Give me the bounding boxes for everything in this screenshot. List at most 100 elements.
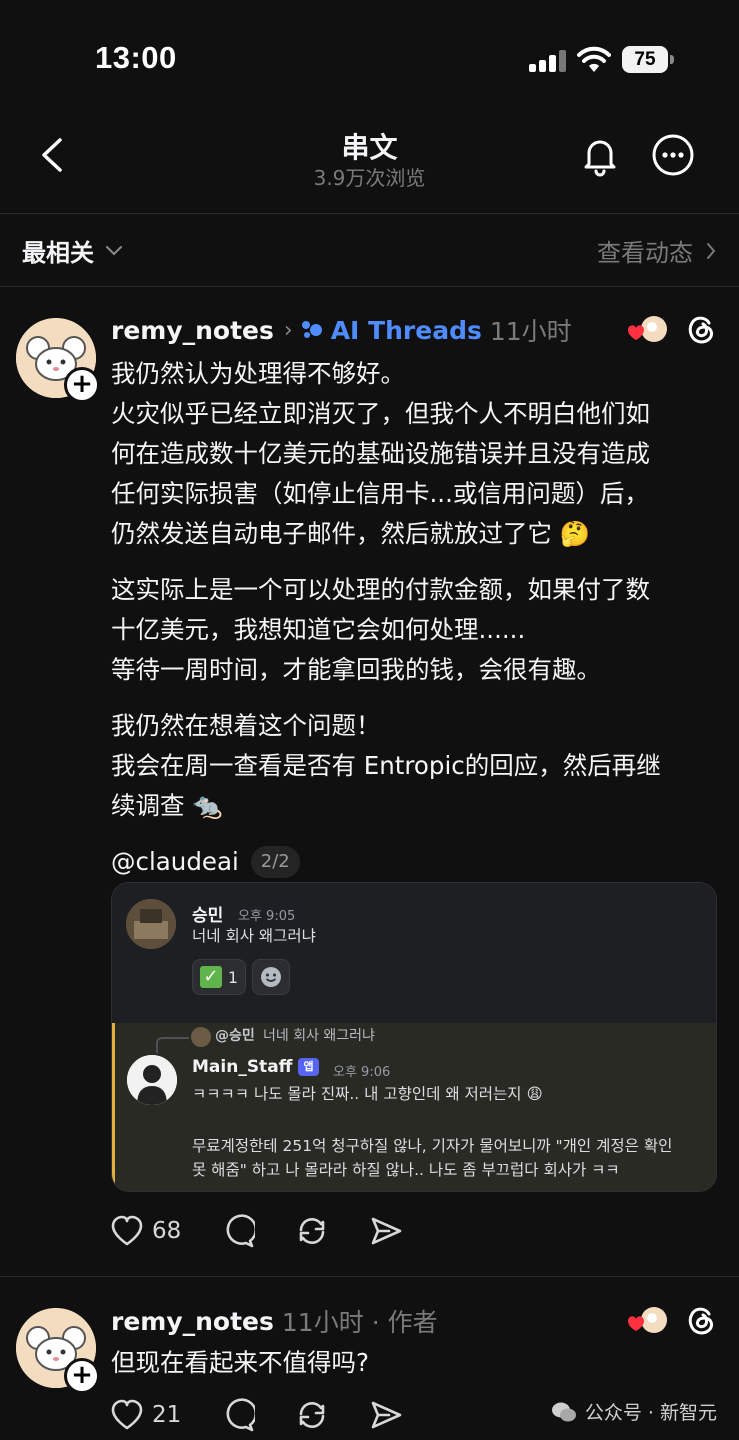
topic-label: AI Threads (330, 315, 482, 345)
app-badge: 앱 (298, 1058, 319, 1076)
chat-message-reply: @승민 너네 회사 왜그러냐 Main_Staff 앱 오후 9:06 ㅋㅋㅋㅋ … (112, 1023, 716, 1191)
divider (0, 1276, 739, 1277)
message-author: Main_Staff 앱 (192, 1057, 319, 1077)
embedded-screenshot[interactable]: 승민 오후 9:05 너네 회사 왜그러냐 ✓ 1 @승민 너네 회사 왜그러냐… (111, 882, 717, 1192)
timestamp: 11小时 (489, 317, 572, 346)
comment-icon (226, 1398, 256, 1432)
post-header: remy_notes › AI Threads 11小时 (111, 312, 572, 348)
battery-level: 75 (622, 46, 668, 73)
text-line: 仍然发送自动电子邮件，然后就放过了它 🤔 (111, 519, 591, 548)
wifi-icon (577, 46, 611, 72)
avatar (127, 1055, 177, 1105)
reply-reference-author: @승민 (215, 1028, 255, 1044)
follow-button[interactable]: + (64, 1358, 100, 1394)
message-text: 무료계정한테 251억 청구하질 않나, 기자가 물어보니까 "개인 계정은 확… (192, 1137, 673, 1155)
like-count: 68 (152, 1218, 182, 1244)
reply-button[interactable] (221, 1214, 256, 1248)
message-text: 너네 회사 왜그러냐 (192, 927, 316, 945)
timestamp: 11小时 (281, 1308, 364, 1337)
author-name: Main_Staff (192, 1057, 293, 1077)
avatar (191, 1027, 211, 1047)
chat-message: 승민 오후 9:05 너네 회사 왜그러냐 ✓ 1 (112, 883, 716, 1023)
repost-button[interactable] (295, 1398, 329, 1432)
reaction-check: ✓ 1 (192, 959, 246, 995)
status-bar: 13:00 75 (0, 0, 739, 110)
text-line: 何在造成数十亿美元的基础设施错误并且没有造成 (111, 439, 650, 468)
follow-button[interactable]: + (64, 367, 100, 403)
username[interactable]: remy_notes (111, 316, 274, 345)
more-options-icon[interactable] (650, 132, 696, 178)
text-line: 任何实际损害（如停止信用卡...或信用问题）后， (111, 479, 649, 508)
text-line: 火灾似乎已经立即消灭了，但我个人不明白他们如 (111, 399, 650, 428)
text-line: 等待一周时间，才能拿回我的钱，会很有趣。 (111, 655, 601, 684)
reaction-count: 1 (227, 967, 239, 987)
reply-button[interactable] (221, 1398, 256, 1432)
like-button[interactable]: 21 (110, 1399, 181, 1431)
avatar (126, 899, 176, 949)
share-button[interactable] (369, 1398, 403, 1432)
post-paragraph: 我仍然认为处理得不够好。 火灾似乎已经立即消灭了，但我个人不明白他们如 何在造成… (111, 354, 721, 554)
chevron-down-icon (106, 245, 122, 255)
author-tag: · 作者 (371, 1308, 438, 1337)
view-activity-link[interactable]: 查看动态 (597, 233, 717, 268)
heart-icon (111, 1399, 143, 1430)
sort-label: 最相关 (22, 239, 94, 267)
threads-logo-icon[interactable] (684, 312, 718, 346)
wechat-icon (551, 1402, 576, 1421)
post-header: remy_notes 11小时 · 作者 (111, 1303, 438, 1339)
emoji-icon (261, 967, 281, 987)
status-time: 13:00 (95, 40, 177, 75)
text-line: 十亿美元，我想知道它会如何处理...... (111, 615, 526, 644)
like-count: 21 (152, 1402, 182, 1428)
page-indicator: 2/2 (250, 846, 300, 878)
sort-bar: 最相关 查看动态 (0, 215, 739, 287)
repost-icon (299, 1402, 325, 1428)
post-body: 我仍然认为处理得不够好。 火灾似乎已经立即消灭了，但我个人不明白他们如 何在造成… (111, 354, 721, 882)
threads-logo-icon[interactable] (684, 1303, 718, 1337)
chevron-right-icon: › (283, 317, 293, 343)
text-line: 我仍然在想着这个问题！ (111, 711, 381, 740)
text-line: 我会在周一查看是否有 Entropic的回应，然后再继 (111, 751, 661, 780)
share-button[interactable] (369, 1214, 403, 1248)
sort-dropdown[interactable]: 最相关 (22, 233, 124, 268)
message-time: 오후 9:06 (333, 1065, 391, 1080)
reply-reference-text: 너네 회사 왜그러냐 (263, 1028, 375, 1044)
post-actions: 21 (110, 1398, 443, 1432)
repost-button[interactable] (295, 1214, 329, 1248)
username[interactable]: remy_notes (111, 1307, 274, 1336)
topic-link[interactable]: AI Threads (301, 316, 482, 345)
text-line: 这实际上是一个可以处理的付款金额，如果付了数 (111, 575, 650, 604)
post-body: 但现在看起来不值得吗? (111, 1343, 721, 1383)
text-line: 续调查 🐀 (111, 791, 223, 820)
comment-icon (226, 1214, 256, 1248)
post-paragraph: 这实际上是一个可以处理的付款金额，如果付了数 十亿美元，我想知道它会如何处理..… (111, 570, 721, 690)
watermark: 公众号 · 新智元 (551, 1398, 717, 1425)
topic-icon (301, 321, 322, 338)
chevron-right-icon (707, 242, 716, 259)
reply-line-icon (156, 1037, 189, 1053)
send-icon (371, 1217, 402, 1245)
heart-icon (111, 1215, 143, 1246)
checkmark-icon: ✓ (199, 966, 222, 988)
thread-header: 串文 3.9万次浏览 (0, 110, 739, 214)
battery-icon: 75 (622, 46, 674, 73)
mention-link[interactable]: @claudeai (111, 842, 239, 882)
repost-icon (299, 1218, 325, 1244)
liked-by-avatars-icon (628, 316, 667, 342)
mention-row: @claudeai 2/2 (111, 842, 721, 882)
liked-by-avatars-icon (628, 1307, 667, 1333)
signal-icon (529, 50, 567, 72)
page-title: 串文 (341, 131, 398, 164)
post-paragraph: 我仍然在想着这个问题！ 我会在周一查看是否有 Entropic的回应，然后再继 … (111, 706, 721, 826)
view-activity-label: 查看动态 (597, 239, 693, 267)
text-line: 我仍然认为处理得不够好。 (111, 359, 405, 388)
like-button[interactable]: 68 (110, 1215, 181, 1247)
message-text: 못 해줌" 하고 나 몰라라 하질 않나.. 나도 좀 부끄럽다 회사가 ㅋㅋ (192, 1161, 620, 1179)
view-count: 3.9万次浏览 (313, 166, 426, 190)
message-text: ㅋㅋㅋㅋ 나도 몰라 진짜.. 내 고향인데 왜 저러는지 😩 (192, 1085, 543, 1103)
add-reaction (252, 959, 290, 995)
bell-icon[interactable] (577, 132, 623, 178)
send-icon (371, 1401, 402, 1429)
message-time: 오후 9:05 (238, 909, 296, 924)
text-line: 但现在看起来不值得吗? (111, 1348, 370, 1377)
